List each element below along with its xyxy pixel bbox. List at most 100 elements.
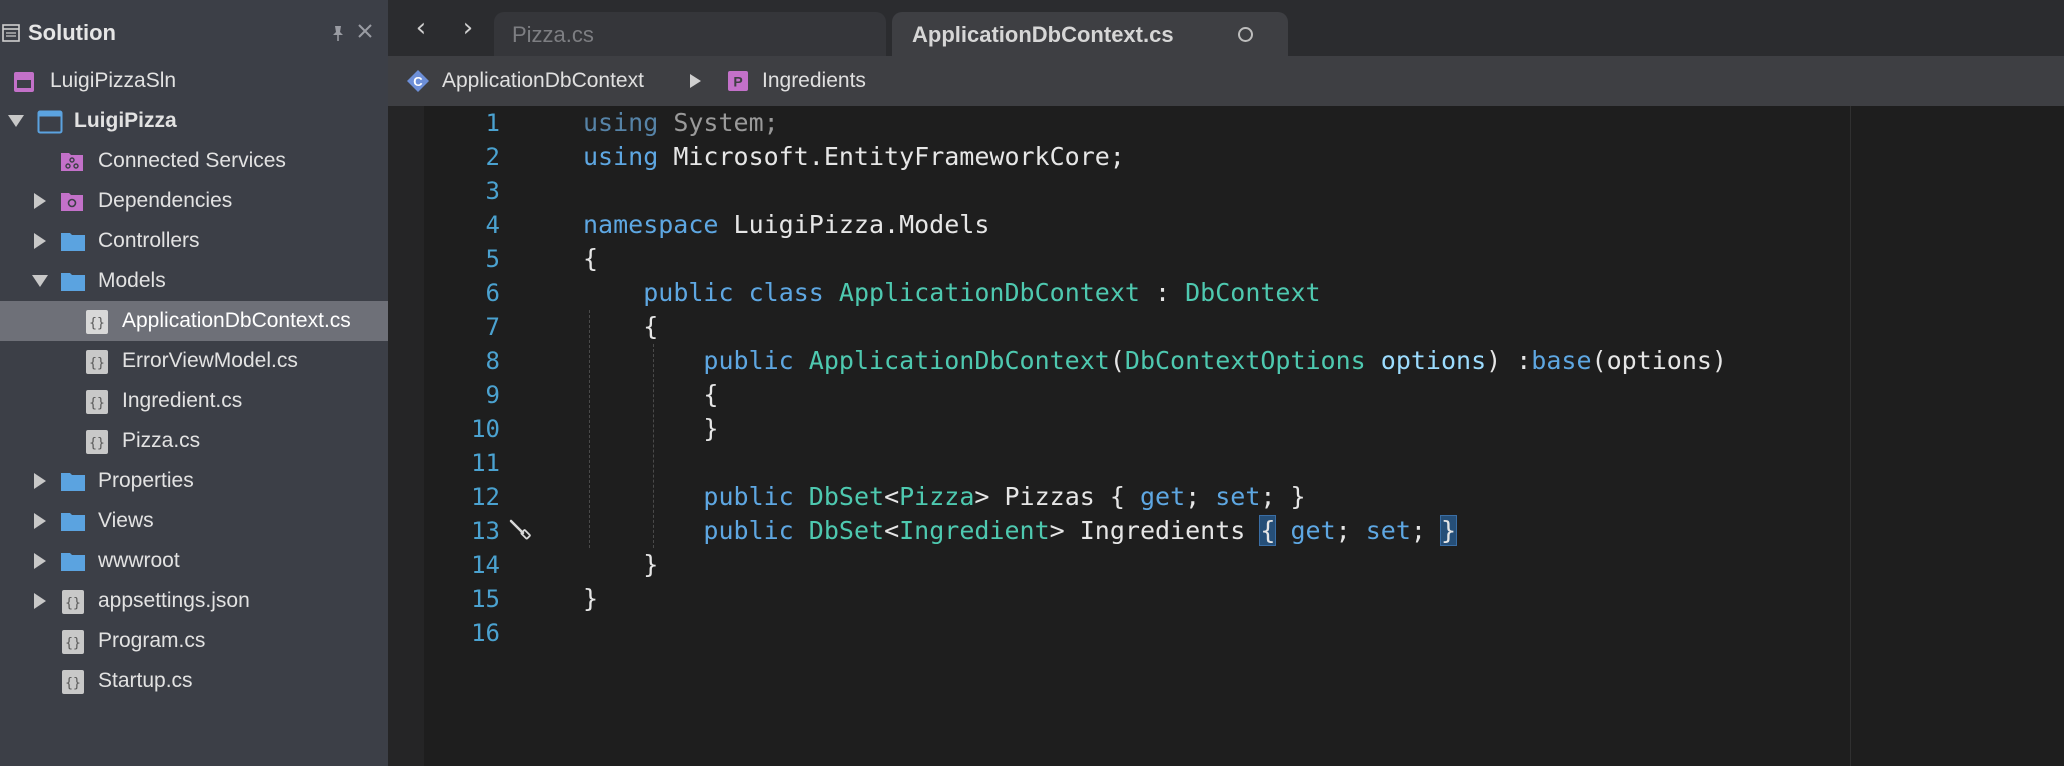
column-guide (1850, 106, 1851, 766)
line-number: 9 (485, 381, 500, 409)
folder-icon (61, 473, 85, 491)
tree-item-label: Models (98, 269, 166, 292)
tree-item-connected-services[interactable]: Connected Services (0, 141, 388, 181)
folder-icon (61, 273, 85, 291)
csharp-file-icon: {} (62, 670, 84, 694)
tree-item-errorviewmodel[interactable]: {} ErrorViewModel.cs (0, 341, 388, 381)
csharp-file-icon: {} (86, 430, 108, 454)
line-number: 4 (485, 211, 500, 239)
code-line: { (583, 380, 719, 409)
tree-item-pizza[interactable]: {} Pizza.cs (0, 421, 388, 461)
tree-item-program[interactable]: {} Program.cs (0, 621, 388, 661)
code-line: } (583, 414, 719, 443)
tree-item-solution[interactable]: LuigiPizzaSln (0, 61, 388, 101)
tree-item-applicationdbcontext[interactable]: {} ApplicationDbContext.cs (0, 301, 388, 341)
line-number: 13 (471, 517, 500, 545)
tree-item-label: ErrorViewModel.cs (122, 349, 298, 372)
code-line: public class ApplicationDbContext : DbCo… (643, 278, 1321, 307)
tab-label: ApplicationDbContext.cs (912, 22, 1174, 47)
svg-text:{}: {} (89, 396, 105, 411)
tree-item-label: Properties (98, 469, 194, 492)
code-line: using Microsoft.EntityFrameworkCore; (583, 142, 1125, 171)
sidebar-title: Solution (28, 20, 116, 45)
chevron-right-icon[interactable] (34, 513, 46, 529)
tree-item-label: Controllers (98, 229, 200, 252)
code-line: public ApplicationDbContext(DbContextOpt… (703, 346, 1727, 375)
tree-item-label: wwwroot (98, 549, 180, 572)
tree-item-models[interactable]: Models (0, 261, 388, 301)
svg-text:{}: {} (89, 356, 105, 371)
line-number: 2 (485, 143, 500, 171)
project-icon (37, 110, 63, 134)
unsaved-dot-icon[interactable] (1238, 27, 1253, 42)
csharp-file-icon: {} (86, 390, 108, 414)
tree-item-ingredient[interactable]: {} Ingredient.cs (0, 381, 388, 421)
chevron-right-icon[interactable] (34, 553, 46, 569)
svg-text:{}: {} (89, 316, 105, 331)
solution-pad-icon (2, 24, 20, 42)
tree-item-label: Startup.cs (98, 669, 193, 692)
solution-sidebar: Solution LuigiPizzaSln LuigiPizza Connec… (0, 0, 388, 766)
line-number: 10 (471, 415, 500, 443)
line-number: 12 (471, 483, 500, 511)
property-icon: P (728, 71, 748, 91)
code-line: using System; (583, 108, 779, 137)
tree-item-label: Connected Services (98, 149, 286, 172)
tree-item-views[interactable]: Views (0, 501, 388, 541)
code-line: } (583, 550, 659, 579)
tab-pizza-cs[interactable]: Pizza.cs (494, 12, 886, 56)
quick-fix-icon[interactable] (508, 518, 534, 544)
tree-item-label: Dependencies (98, 189, 233, 212)
tree-item-dependencies[interactable]: Dependencies (0, 181, 388, 221)
line-number: 16 (471, 619, 500, 647)
csharp-file-icon: {} (86, 350, 108, 374)
nav-back-icon[interactable]: ‹ (406, 12, 436, 44)
tree-item-label: Pizza.cs (122, 429, 201, 452)
tree-item-label: LuigiPizza (74, 109, 177, 132)
tree-item-project[interactable]: LuigiPizza (0, 101, 388, 141)
close-icon[interactable] (356, 22, 374, 40)
line-number: 8 (485, 347, 500, 375)
svg-text:{}: {} (65, 596, 81, 611)
svg-text:{}: {} (65, 676, 81, 691)
breadcrumb-class[interactable]: ApplicationDbContext (442, 69, 644, 93)
breadcrumb-separator-icon (690, 74, 701, 88)
code-editor[interactable]: 1 2 3 4 5 6 7 8 9 10 11 12 13 14 15 16 u… (388, 106, 2064, 766)
chevron-right-icon[interactable] (34, 593, 46, 609)
breadcrumb-member[interactable]: Ingredients (762, 69, 866, 93)
json-file-icon: {} (62, 590, 84, 614)
dependencies-icon (61, 193, 83, 211)
code-line: { (583, 244, 599, 273)
line-number: 11 (471, 449, 500, 477)
code-line: { (583, 312, 659, 341)
line-number: 14 (471, 551, 500, 579)
tree-item-label: Views (98, 509, 154, 532)
line-number: 15 (471, 585, 500, 613)
tree-item-wwwroot[interactable]: wwwroot (0, 541, 388, 581)
chevron-down-icon[interactable] (32, 275, 48, 287)
solution-icon (14, 72, 34, 92)
svg-text:P: P (733, 74, 742, 90)
tree-item-appsettings[interactable]: {} appsettings.json (0, 581, 388, 621)
nav-forward-icon[interactable]: › (453, 12, 483, 44)
folder-icon (61, 553, 85, 571)
tab-applicationdbcontext-cs[interactable]: ApplicationDbContext.cs (892, 12, 1288, 56)
line-number: 5 (485, 245, 500, 273)
line-number: 1 (485, 109, 500, 137)
svg-text:C: C (413, 74, 423, 89)
tree-item-properties[interactable]: Properties (0, 461, 388, 501)
pin-icon[interactable] (330, 24, 346, 42)
tree-item-label: ApplicationDbContext.cs (122, 309, 351, 332)
chevron-right-icon[interactable] (34, 473, 46, 489)
chevron-down-icon[interactable] (8, 115, 24, 127)
chevron-right-icon[interactable] (34, 233, 46, 249)
chevron-right-icon[interactable] (34, 193, 46, 209)
folder-icon (61, 513, 85, 531)
editor-margin (388, 106, 424, 766)
tree-item-controllers[interactable]: Controllers (0, 221, 388, 261)
sidebar-header: Solution (0, 0, 388, 68)
tree-item-startup[interactable]: {} Startup.cs (0, 661, 388, 701)
line-number: 3 (485, 177, 500, 205)
line-number: 6 (485, 279, 500, 307)
code-line: public DbSet<Ingredient> Ingredients { g… (703, 515, 1458, 546)
